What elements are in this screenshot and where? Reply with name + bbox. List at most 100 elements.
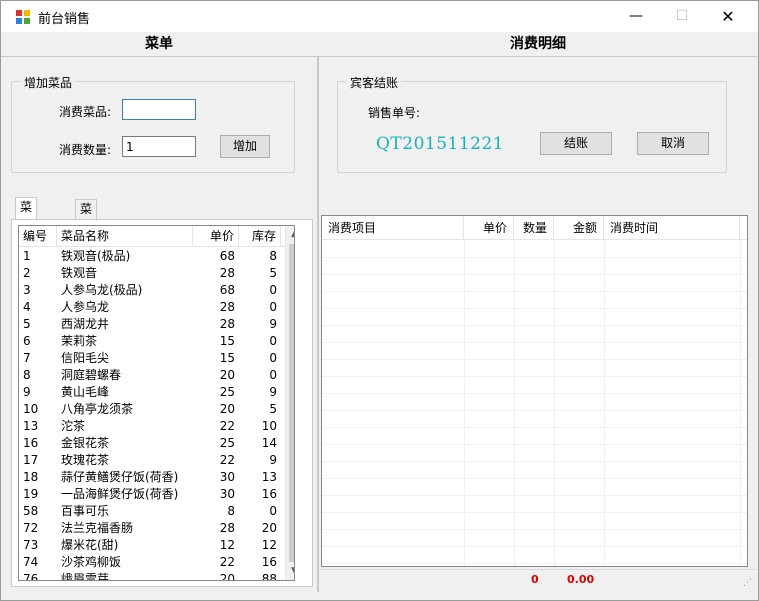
grid-line (322, 325, 747, 326)
table-row[interactable]: 2 铁观音 28 5 (19, 265, 294, 282)
order-no-value: QT201511221 (376, 134, 505, 154)
title-bar[interactable]: 前台销售 — ☐ ✕ (1, 1, 758, 32)
total-quantity: 0 (531, 573, 539, 586)
detail-list[interactable]: 消费项目 单价 数量 金额 消费时间 (321, 215, 748, 567)
grid-line (322, 342, 747, 343)
row-name: 沙茶鸡柳饭 (61, 555, 122, 569)
row-name: 铁观音 (61, 266, 98, 280)
grid-line (322, 427, 747, 428)
row-stock: 10 (261, 419, 277, 433)
table-row[interactable]: 5 西湖龙井 28 9 (19, 316, 294, 333)
window-title: 前台销售 (38, 12, 91, 27)
col-time[interactable]: 消费时间 (604, 216, 740, 240)
row-name: 蒜仔黄鳝煲仔饭(荷香) (61, 470, 179, 484)
row-id: 8 (23, 368, 31, 382)
grid-line (322, 529, 747, 530)
table-row[interactable]: 76 峨眉雪芽 20 88 (19, 571, 294, 581)
col-name[interactable]: 菜品名称 (57, 226, 193, 247)
row-name: 人参乌龙 (61, 300, 110, 314)
grid-line (322, 546, 747, 547)
row-name: 峨眉雪芽 (61, 572, 110, 581)
row-price: 22 (219, 555, 235, 569)
row-id: 74 (23, 555, 39, 569)
menu-list[interactable]: 编号 菜品名称 单价 库存 1 铁观音(极品) 68 8 2 铁观音 28 5 3 人参乌龙(极品… (18, 225, 295, 581)
row-id: 76 (23, 572, 39, 581)
row-stock: 0 (269, 300, 277, 314)
grid-line (322, 308, 747, 309)
grid-line (322, 563, 747, 564)
table-row[interactable]: 16 金银花茶 25 14 (19, 435, 294, 452)
table-row[interactable]: 17 玫瑰花茶 22 9 (19, 452, 294, 469)
minimize-button[interactable]: — (613, 1, 659, 32)
dish-label: 消费菜品: (59, 105, 112, 119)
row-id: 4 (23, 300, 31, 314)
col-stock[interactable]: 库存 (239, 226, 281, 247)
quantity-input[interactable] (122, 136, 196, 157)
row-name: 法兰克福香肠 (61, 521, 134, 535)
table-row[interactable]: 6 茉莉茶 15 0 (19, 333, 294, 350)
row-stock: 8 (269, 249, 277, 263)
row-stock: 9 (269, 385, 277, 399)
detail-pane: 宾客结账 销售单号: QT201511221 结账 取消 消费项目 单价 数量 … (319, 56, 757, 592)
scroll-down-icon[interactable]: ▼ (286, 563, 294, 580)
table-row[interactable]: 7 信阳毛尖 15 0 (19, 350, 294, 367)
add-button[interactable]: 增加 (220, 135, 270, 158)
table-row[interactable]: 58 百事可乐 8 0 (19, 503, 294, 520)
grid-line (322, 359, 747, 360)
row-name: 一品海鲜煲仔饭(荷香) (61, 487, 179, 501)
table-row[interactable]: 74 沙茶鸡柳饭 22 16 (19, 554, 294, 571)
row-id: 9 (23, 385, 31, 399)
row-price: 68 (219, 249, 235, 263)
table-row[interactable]: 3 人参乌龙(极品) 68 0 (19, 282, 294, 299)
grid-line (322, 291, 747, 292)
table-row[interactable]: 19 一品海鲜煲仔饭(荷香) 30 16 (19, 486, 294, 503)
table-row[interactable]: 4 人参乌龙 28 0 (19, 299, 294, 316)
detail-pane-header: 消费明细 (510, 36, 566, 52)
row-name: 黄山毛峰 (61, 385, 110, 399)
menu-list-scrollbar[interactable]: ▲ ▼ (285, 226, 294, 580)
col-unit-price[interactable]: 单价 (464, 216, 514, 240)
col-amount[interactable]: 金额 (554, 216, 604, 240)
grid-column-line (604, 240, 605, 566)
add-dish-group-title: 增加菜品 (21, 74, 76, 91)
row-name: 茉莉茶 (61, 334, 98, 348)
col-price[interactable]: 单价 (193, 226, 239, 247)
scroll-thumb[interactable] (289, 244, 294, 562)
sales-window: 前台销售 — ☐ ✕ 菜单 消费明细 增加菜品 消费菜品: 消费数量: 增加 菜… (0, 0, 759, 601)
table-row[interactable]: 1 铁观音(极品) 68 8 (19, 248, 294, 265)
close-button[interactable]: ✕ (705, 1, 751, 32)
table-row[interactable]: 13 沱茶 22 10 (19, 418, 294, 435)
col-quantity[interactable]: 数量 (514, 216, 554, 240)
resize-grip-icon[interactable]: ⋰ (743, 578, 753, 588)
tab-menu-catalog[interactable]: 菜单列表 (75, 199, 98, 273)
row-price: 25 (219, 436, 235, 450)
table-row[interactable]: 8 洞庭碧螺春 20 0 (19, 367, 294, 384)
row-id: 1 (23, 249, 31, 263)
row-name: 人参乌龙(极品) (61, 283, 143, 297)
table-row[interactable]: 72 法兰克福香肠 28 20 (19, 520, 294, 537)
detail-list-header: 消费项目 单价 数量 金额 消费时间 (322, 216, 747, 240)
row-name: 沱茶 (61, 419, 86, 433)
cancel-button[interactable]: 取消 (637, 132, 709, 155)
row-name: 洞庭碧螺春 (61, 368, 122, 382)
checkout-button[interactable]: 结账 (540, 132, 612, 155)
row-name: 玫瑰花茶 (61, 453, 110, 467)
scroll-up-icon[interactable]: ▲ (286, 226, 294, 243)
table-row[interactable]: 10 八角亭龙须茶 20 5 (19, 401, 294, 418)
tab-menu-list[interactable]: 菜单清单 (15, 197, 38, 271)
col-id[interactable]: 编号 (19, 226, 57, 247)
row-stock: 9 (269, 317, 277, 331)
row-stock: 13 (261, 470, 277, 484)
row-id: 16 (23, 436, 39, 450)
row-name: 金银花茶 (61, 436, 110, 450)
row-stock: 16 (261, 487, 277, 501)
row-id: 7 (23, 351, 31, 365)
col-item[interactable]: 消费项目 (322, 216, 464, 240)
table-row[interactable]: 73 爆米花(甜) 12 12 (19, 537, 294, 554)
row-id: 13 (23, 419, 39, 433)
dish-input[interactable] (122, 99, 196, 120)
maximize-button[interactable]: ☐ (659, 1, 705, 32)
row-name: 西湖龙井 (61, 317, 110, 331)
table-row[interactable]: 9 黄山毛峰 25 9 (19, 384, 294, 401)
table-row[interactable]: 18 蒜仔黄鳝煲仔饭(荷香) 30 13 (19, 469, 294, 486)
